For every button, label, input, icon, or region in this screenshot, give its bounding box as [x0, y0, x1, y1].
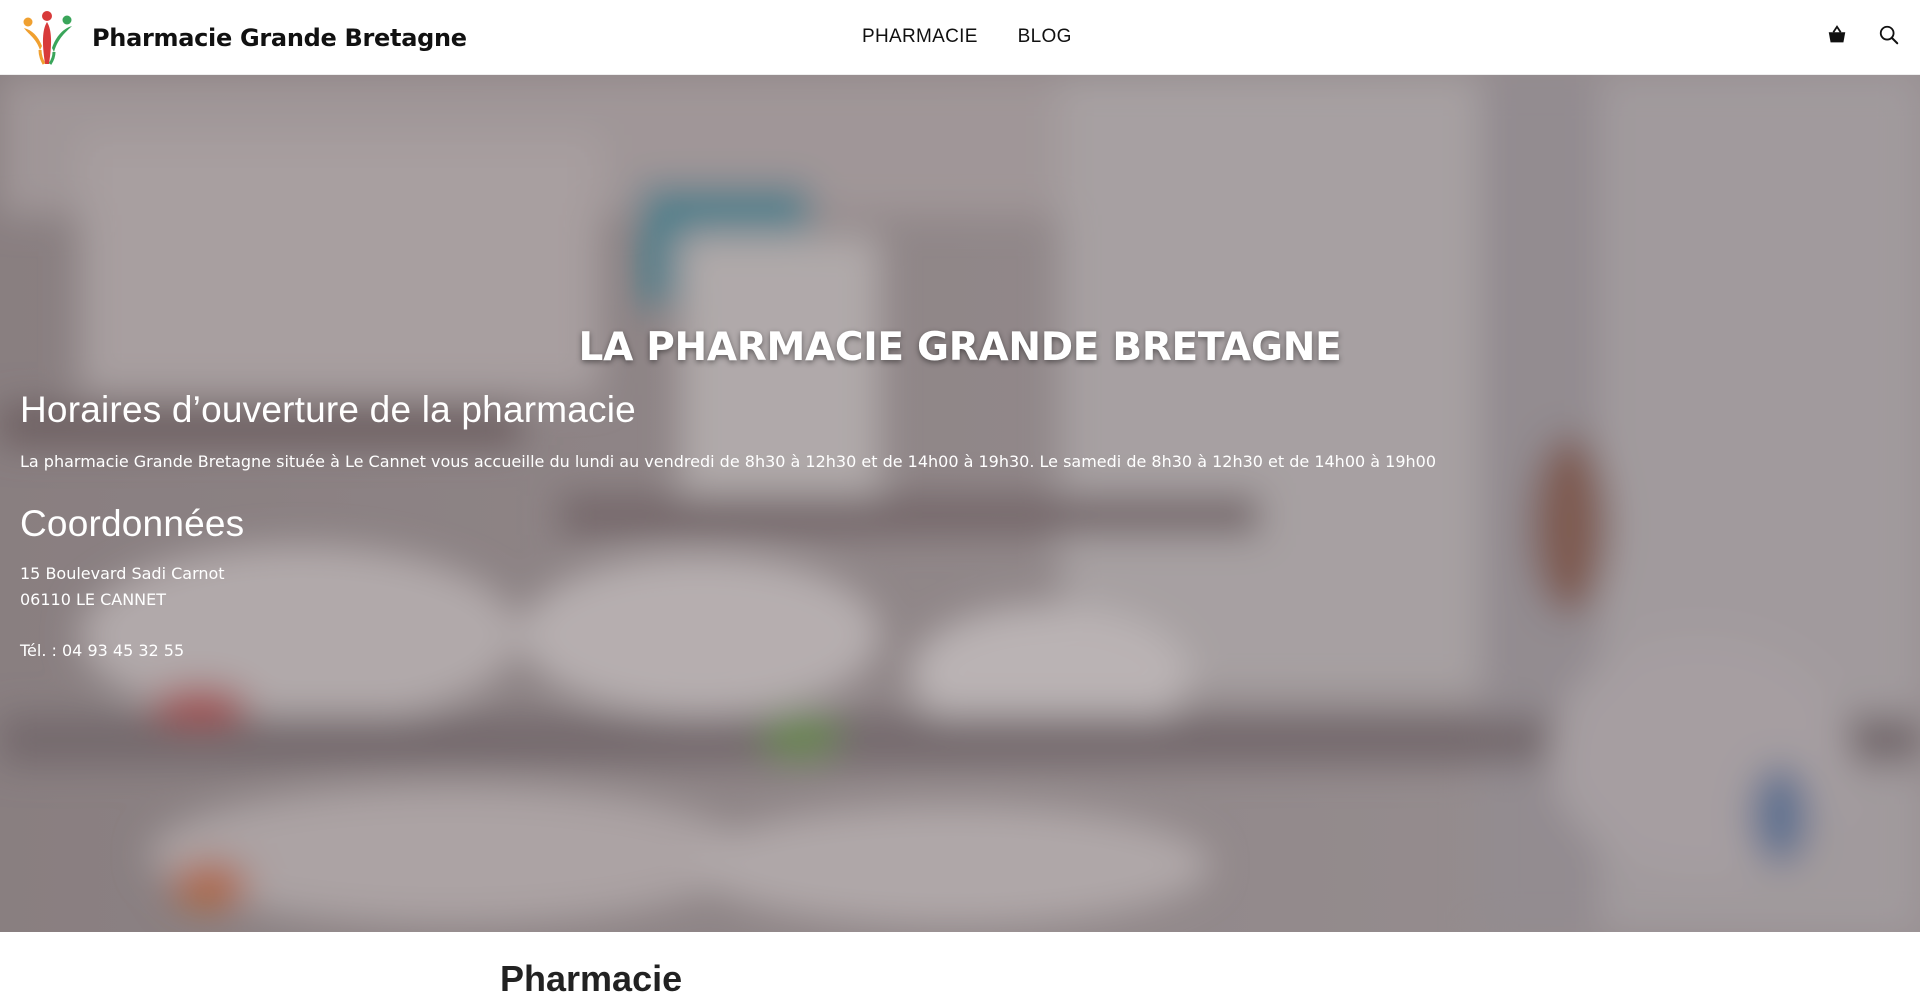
nav-item-pharmacie[interactable]: PHARMACIE	[862, 26, 978, 48]
address-spacer	[20, 613, 1436, 638]
search-icon[interactable]	[1878, 24, 1902, 48]
shopping-basket-icon[interactable]	[1826, 24, 1850, 48]
hero-banner: LA PHARMACIE GRANDE BRETAGNE Horaires d’…	[0, 75, 1920, 932]
site-header: Pharmacie Grande Bretagne PHARMACIE BLOG	[0, 0, 1920, 75]
address-line-street: 15 Boulevard Sadi Carnot	[20, 564, 225, 583]
site-title: Pharmacie Grande Bretagne	[92, 24, 467, 52]
hours-text: La pharmacie Grande Bretagne située à Le…	[20, 452, 1437, 471]
section-title-pharmacie: Pharmacie	[500, 958, 683, 993]
hero-title: LA PHARMACIE GRANDE BRETAGNE	[578, 325, 1342, 370]
address-block: 15 Boulevard Sadi Carnot 06110 LE CANNET…	[20, 561, 1436, 664]
header-actions	[1826, 24, 1902, 48]
hero-content: Horaires d’ouverture de la pharmacie La …	[20, 389, 1436, 664]
pharmacy-logo	[23, 11, 72, 65]
address-line-city: 06110 LE CANNET	[20, 590, 167, 609]
main-nav: PHARMACIE BLOG	[862, 26, 1072, 48]
nav-item-blog[interactable]: BLOG	[1018, 26, 1072, 48]
hours-heading: Horaires d’ouverture de la pharmacie	[20, 389, 636, 430]
brand-link[interactable]: Pharmacie Grande Bretagne	[18, 10, 467, 66]
coordinates-heading: Coordonnées	[20, 503, 245, 544]
phone-number[interactable]: Tél. : 04 93 45 32 55	[20, 638, 1436, 664]
